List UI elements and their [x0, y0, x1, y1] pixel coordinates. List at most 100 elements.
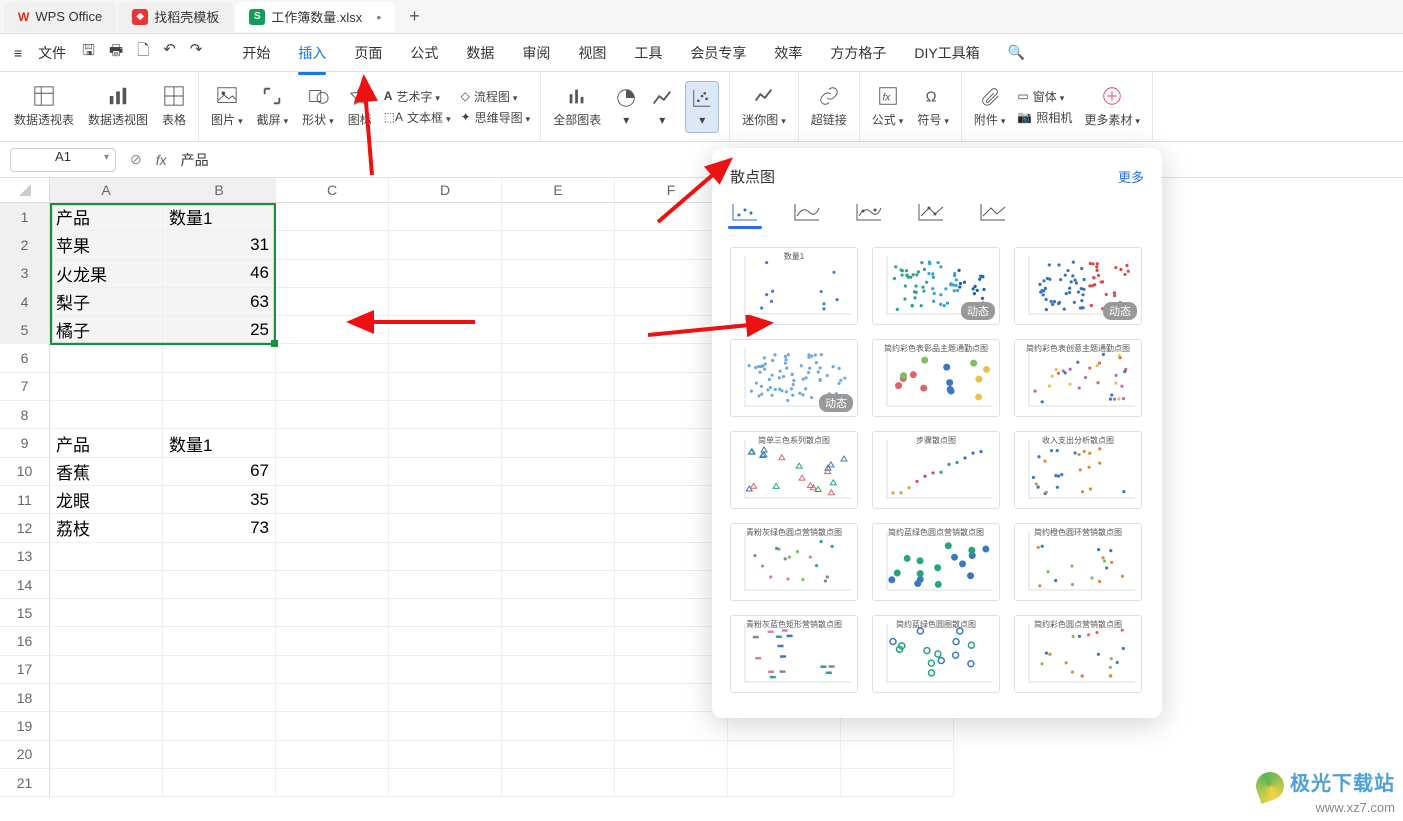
cell[interactable] [502, 316, 615, 344]
cell[interactable] [276, 684, 389, 712]
row-header[interactable]: 18 [0, 684, 50, 712]
chart-thumbnail[interactable]: 简约蓝绿色圆圈散点图 [872, 615, 1000, 693]
col-header[interactable]: E [502, 178, 615, 203]
menu-start[interactable]: 开始 [230, 39, 282, 67]
chart-thumbnail[interactable]: 步骤散点图 [872, 431, 1000, 509]
cell[interactable] [389, 458, 502, 486]
attachment-button[interactable]: 附件 [972, 81, 1008, 132]
cell[interactable] [502, 627, 615, 655]
cell[interactable] [502, 514, 615, 542]
chart-thumbnail[interactable]: 动态 [872, 247, 1000, 325]
cell[interactable] [163, 627, 276, 655]
cell[interactable] [276, 656, 389, 684]
cell[interactable] [502, 486, 615, 514]
menu-diy[interactable]: DIY工具箱 [902, 39, 991, 67]
row-header[interactable]: 14 [0, 571, 50, 599]
row-header[interactable]: 6 [0, 344, 50, 372]
cell[interactable] [502, 260, 615, 288]
picture-button[interactable]: 图片 [209, 81, 245, 132]
cell[interactable] [389, 203, 502, 231]
col-header[interactable]: D [389, 178, 502, 203]
cell[interactable]: 35 [163, 486, 276, 514]
cell[interactable] [276, 203, 389, 231]
row-header[interactable]: 8 [0, 401, 50, 429]
chart-thumbnail[interactable]: 青粉灰绿色圆点营销散点图 [730, 523, 858, 601]
close-icon[interactable]: • [376, 9, 381, 25]
cell[interactable] [389, 741, 502, 769]
textbox-button[interactable]: ⬚A文本框 [384, 109, 451, 126]
menu-view[interactable]: 视图 [566, 39, 618, 67]
cell[interactable] [276, 741, 389, 769]
cell[interactable] [50, 599, 163, 627]
cell[interactable] [502, 401, 615, 429]
chart-thumbnail[interactable]: 青粉灰蓝色矩形营销散点图 [730, 615, 858, 693]
cell[interactable] [276, 712, 389, 740]
row-header[interactable]: 19 [0, 712, 50, 740]
cell[interactable] [389, 571, 502, 599]
chart-thumbnail[interactable]: 动态 [1014, 247, 1142, 325]
cell[interactable] [50, 656, 163, 684]
hamburger-icon[interactable]: ≡ [14, 45, 22, 61]
search-icon[interactable]: 🔍 [996, 40, 1037, 65]
cell[interactable] [276, 401, 389, 429]
camera-button[interactable]: 📷照相机 [1017, 109, 1072, 126]
cell[interactable] [502, 599, 615, 627]
cell[interactable]: 数量1 [163, 203, 276, 231]
cell[interactable] [50, 373, 163, 401]
subtype-smooth-line-icon[interactable] [792, 201, 822, 223]
chart-thumbnail[interactable]: 简约彩色表彰品主题通勤点图 [872, 339, 1000, 417]
cell[interactable] [502, 769, 615, 797]
cell[interactable] [389, 514, 502, 542]
cell[interactable] [615, 769, 728, 797]
fx-icon[interactable]: fx [156, 152, 167, 168]
symbol-button[interactable]: Ω符号 [915, 81, 951, 132]
preview-icon[interactable]: 🗋 [137, 40, 149, 65]
cell[interactable] [389, 344, 502, 372]
chart-thumbnail[interactable]: 简约橙色圆环营销散点图 [1014, 523, 1142, 601]
screenshot-button[interactable]: 截屏 [255, 81, 291, 132]
cell[interactable]: 产品 [50, 203, 163, 231]
row-header[interactable]: 21 [0, 769, 50, 797]
line-chart-button[interactable]: ▾ [649, 83, 675, 131]
cell[interactable] [389, 486, 502, 514]
hyperlink-button[interactable]: 超链接 [809, 81, 849, 132]
cell[interactable] [276, 571, 389, 599]
cell[interactable] [389, 429, 502, 457]
cell[interactable] [389, 401, 502, 429]
menu-member[interactable]: 会员专享 [678, 39, 758, 67]
icon-button[interactable]: 图标 [346, 81, 374, 132]
row-header[interactable]: 11 [0, 486, 50, 514]
cell[interactable] [50, 401, 163, 429]
row-header[interactable]: 1 [0, 203, 50, 231]
cell[interactable] [276, 316, 389, 344]
cell[interactable] [276, 288, 389, 316]
cell[interactable] [615, 741, 728, 769]
cell[interactable] [502, 344, 615, 372]
cell[interactable] [728, 741, 841, 769]
cell[interactable] [276, 260, 389, 288]
cell[interactable]: 橘子 [50, 316, 163, 344]
cell[interactable]: 31 [163, 231, 276, 259]
print-icon[interactable]: 🖶 [109, 40, 123, 65]
row-header[interactable]: 20 [0, 741, 50, 769]
cell[interactable] [163, 684, 276, 712]
scatter-chart-button[interactable]: ▾ [685, 81, 719, 133]
menu-page[interactable]: 页面 [342, 39, 394, 67]
row-header[interactable]: 7 [0, 373, 50, 401]
app-tab-templates[interactable]: ◆找稻壳模板 [118, 2, 233, 32]
table-button[interactable]: 表格 [160, 81, 188, 132]
spreadsheet-grid[interactable]: 123456789101112131415161718192021 ABCDEF… [0, 178, 1403, 797]
cell[interactable] [276, 627, 389, 655]
cell[interactable] [502, 231, 615, 259]
cell[interactable] [502, 429, 615, 457]
cell[interactable]: 67 [163, 458, 276, 486]
cell[interactable] [50, 571, 163, 599]
cell[interactable] [389, 288, 502, 316]
cell[interactable] [163, 741, 276, 769]
chart-thumbnail[interactable]: 简单三色系列散点图 [730, 431, 858, 509]
chart-thumbnail[interactable]: 简约彩色表创意主题通勤点图 [1014, 339, 1142, 417]
menu-ffgz[interactable]: 方方格子 [818, 39, 898, 67]
redo-icon[interactable]: ↷ [190, 40, 203, 65]
cell[interactable] [163, 769, 276, 797]
app-tab-file[interactable]: S工作簿数量.xlsx• [235, 2, 395, 32]
